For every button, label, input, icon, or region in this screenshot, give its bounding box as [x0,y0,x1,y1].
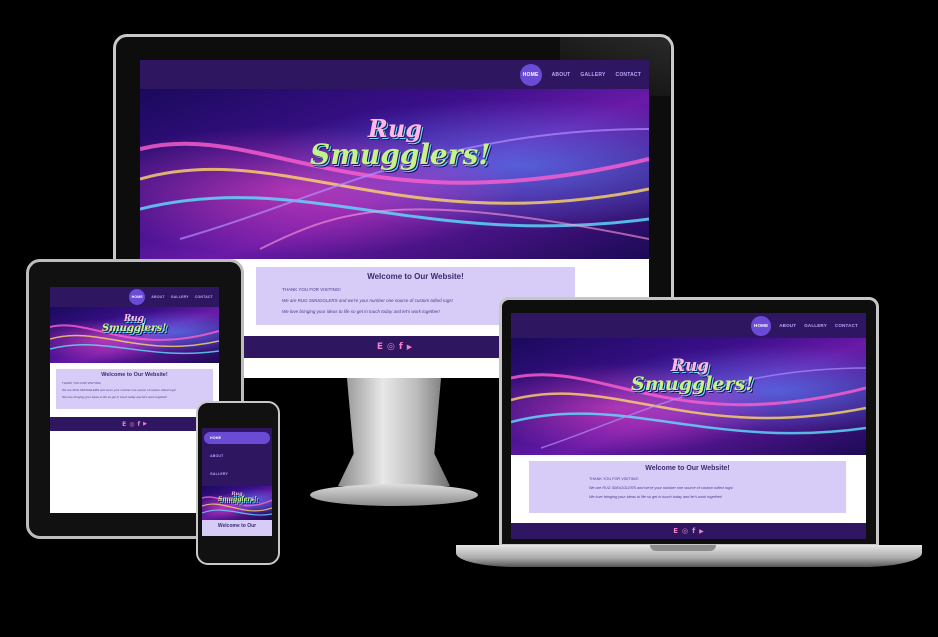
nav-gallery[interactable]: Gallery [204,468,270,480]
nav-gallery[interactable]: Gallery [804,323,827,328]
nav-home[interactable]: Home [204,432,270,444]
thank-you-text: THANK YOU FOR VISITING! [589,477,639,481]
welcome-section: Welcome to Our [202,520,272,536]
tablet-screen: Home About Gallery Contact Rug Smugglers… [50,287,219,513]
footer: E ◎ f ▶ [50,417,219,431]
youtube-icon[interactable]: ▶ [699,528,704,535]
welcome-section: Welcome to Our Website! THANK YOU FOR VI… [56,369,213,409]
logo-line-2: Smugglers! [218,496,257,503]
instagram-icon[interactable]: ◎ [387,342,395,352]
site-logo[interactable]: Rug Smugglers! [218,492,257,503]
logo-line-2: Smugglers! [310,138,491,171]
cta-text: We love bringing your ideas to life so g… [589,495,723,499]
laptop-screen: Home About Gallery Contact Rug Smugglers… [511,313,866,539]
facebook-icon[interactable]: f [692,527,695,535]
nav-contact[interactable]: Contact [616,72,641,78]
site-logo[interactable]: Rug Smugglers! [631,358,754,395]
logo-line-2: Smugglers! [631,373,754,395]
welcome-section: Welcome to Our Website! THANK YOU FOR VI… [529,461,846,513]
facebook-icon[interactable]: f [399,342,403,352]
etsy-icon[interactable]: E [673,527,678,535]
hero-banner: Rug Smugglers! [202,486,272,520]
nav-home[interactable]: Home [751,315,772,336]
nav-bar: Home About Gallery Contact [50,287,219,307]
welcome-title: Welcome to Our [217,523,257,529]
hero-banner: Rug Smugglers! [140,89,649,259]
nav-about[interactable]: About [151,295,164,299]
nav-home[interactable]: Home [129,289,146,305]
youtube-icon[interactable]: ▶ [143,421,147,427]
youtube-icon[interactable]: ▶ [407,343,412,351]
footer: E ◎ f ▶ [511,523,866,539]
laptop-notch [650,545,716,551]
monitor-stand [338,378,450,486]
thank-you-text: THANK YOU FOR VISITING! [62,381,102,385]
site-logo[interactable]: Rug Smugglers! [310,117,491,171]
etsy-icon[interactable]: E [377,342,383,352]
hero-banner: Rug Smugglers! [511,338,866,455]
nav-about[interactable]: About [779,323,796,328]
phone-screen: Home About Gallery Contact Rug Smugglers… [202,428,272,536]
instagram-icon[interactable]: ◎ [129,421,134,428]
monitor-base [310,484,478,506]
nav-home[interactable]: Home [519,63,542,86]
thank-you-text: THANK YOU FOR VISITING! [282,287,341,292]
logo-line-2: Smugglers! [102,323,167,334]
welcome-title: Welcome to Our Website! [367,272,464,281]
intro-text: We are RUG SMUGGLERS and we're your numb… [589,486,734,490]
nav-contact[interactable]: Contact [195,295,213,299]
etsy-icon[interactable]: E [122,421,126,428]
nav-bar: Home About Gallery Contact [140,60,649,89]
nav-contact[interactable]: Contact [835,323,858,328]
welcome-title: Welcome to Our Website! [645,465,730,472]
nav-bar: Home About Gallery Contact [511,313,866,338]
nav-about[interactable]: About [204,450,270,462]
instagram-icon[interactable]: ◎ [682,527,688,535]
intro-text: We are RUG SMUGGLERS and we're your numb… [62,388,176,392]
nav-about[interactable]: About [552,72,571,78]
hero-banner: Rug Smugglers! [50,307,219,363]
welcome-title: Welcome to Our Website! [101,372,168,378]
nav-gallery[interactable]: Gallery [171,295,189,299]
site-logo[interactable]: Rug Smugglers! [102,315,167,334]
nav-gallery[interactable]: Gallery [580,72,605,78]
facebook-icon[interactable]: f [137,421,140,428]
cta-text: We love bringing your ideas to life so g… [62,395,168,399]
